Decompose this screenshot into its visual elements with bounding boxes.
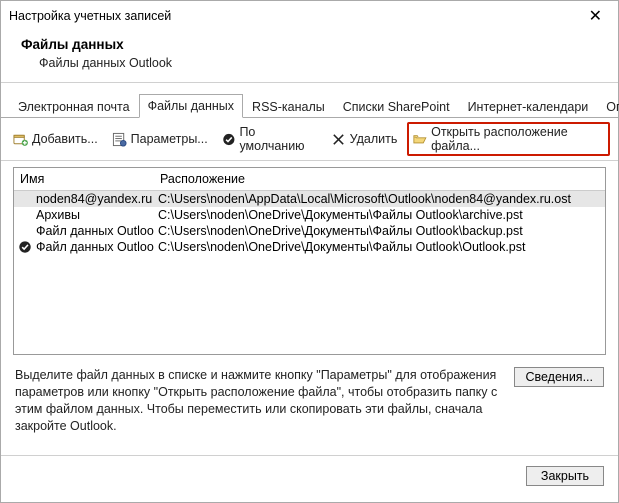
close-icon[interactable]: ✕: [581, 6, 610, 26]
table-row[interactable]: Файл данных Outlook C:\Users\noden\OneDr…: [14, 223, 605, 239]
footer: Закрыть: [1, 455, 618, 502]
help-text: Выделите файл данных в списке и нажмите …: [15, 367, 504, 435]
row-marker: [18, 208, 32, 222]
remove-label: Удалить: [350, 132, 398, 146]
tab-published[interactable]: Опублико: [597, 95, 619, 118]
header-block: Файлы данных Файлы данных Outlook: [1, 31, 618, 80]
add-label: Добавить...: [32, 132, 98, 146]
row-name: Файл данных Outlook: [36, 240, 154, 254]
row-name: Архивы: [36, 208, 80, 222]
table-row[interactable]: Файл данных Outlook C:\Users\noden\OneDr…: [14, 239, 605, 255]
row-location: C:\Users\noden\OneDrive\Документы\Файлы …: [154, 207, 605, 223]
row-name: Файл данных Outlook: [36, 224, 154, 238]
header-subtitle: Файлы данных Outlook: [21, 56, 606, 70]
settings-icon: [112, 132, 127, 147]
titlebar: Настройка учетных записей ✕: [1, 1, 618, 31]
default-marker-icon: [18, 240, 32, 254]
add-icon: [13, 132, 28, 147]
tab-datafiles[interactable]: Файлы данных: [139, 94, 243, 118]
row-location: C:\Users\noden\AppData\Local\Microsoft\O…: [154, 191, 605, 207]
open-location-label: Открыть расположение файла...: [431, 125, 604, 153]
check-icon: [222, 132, 236, 147]
column-location[interactable]: Расположение: [154, 168, 605, 190]
remove-icon: [331, 132, 346, 147]
list-header: Имя Расположение: [14, 168, 605, 191]
default-button[interactable]: По умолчанию: [218, 123, 321, 155]
window: Настройка учетных записей ✕ Файлы данных…: [0, 0, 619, 503]
table-row[interactable]: noden84@yandex.ru C:\Users\noden\AppData…: [14, 191, 605, 207]
close-button[interactable]: Закрыть: [526, 466, 604, 486]
default-label: По умолчанию: [239, 125, 316, 153]
settings-label: Параметры...: [131, 132, 208, 146]
column-name[interactable]: Имя: [14, 168, 154, 190]
row-name: noden84@yandex.ru: [36, 192, 152, 206]
list-rows: noden84@yandex.ru C:\Users\noden\AppData…: [14, 191, 605, 354]
header-title: Файлы данных: [21, 37, 606, 52]
tab-calendars[interactable]: Интернет-календари: [459, 95, 598, 118]
tab-rss[interactable]: RSS-каналы: [243, 95, 334, 118]
help-block: Выделите файл данных в списке и нажмите …: [1, 357, 618, 439]
open-location-button[interactable]: Открыть расположение файла...: [407, 122, 610, 156]
tab-email[interactable]: Электронная почта: [9, 95, 139, 118]
settings-button[interactable]: Параметры...: [108, 130, 212, 149]
remove-button[interactable]: Удалить: [327, 130, 402, 149]
folder-open-icon: [413, 132, 427, 147]
tabs: Электронная почта Файлы данных RSS-канал…: [1, 83, 618, 118]
tab-sharepoint[interactable]: Списки SharePoint: [334, 95, 459, 118]
row-location: C:\Users\noden\OneDrive\Документы\Файлы …: [154, 223, 605, 239]
window-title: Настройка учетных записей: [9, 9, 581, 23]
details-button[interactable]: Сведения...: [514, 367, 604, 387]
table-row[interactable]: Архивы C:\Users\noden\OneDrive\Документы…: [14, 207, 605, 223]
row-location: C:\Users\noden\OneDrive\Документы\Файлы …: [154, 239, 605, 255]
row-marker: [18, 192, 32, 206]
add-button[interactable]: Добавить...: [9, 130, 102, 149]
data-files-list: Имя Расположение noden84@yandex.ru C:\Us…: [13, 167, 606, 355]
toolbar: Добавить... Параметры... По умолчанию Уд…: [1, 118, 618, 161]
row-marker: [18, 224, 32, 238]
